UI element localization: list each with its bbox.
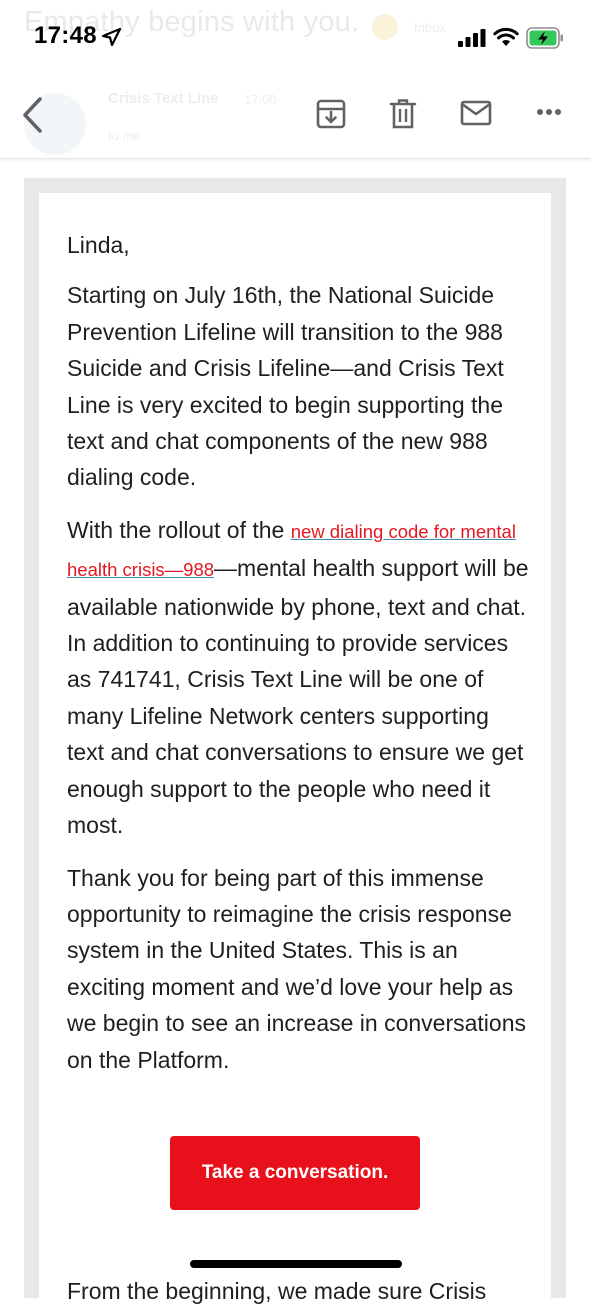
back-chevron-icon[interactable] bbox=[18, 96, 48, 134]
email-body: Linda, Starting on July 16th, the Nation… bbox=[67, 227, 529, 1094]
email-frame: Linda, Starting on July 16th, the Nation… bbox=[24, 178, 566, 1304]
home-indicator[interactable] bbox=[190, 1260, 402, 1268]
envelope-icon[interactable] bbox=[460, 100, 492, 126]
archive-box-icon[interactable] bbox=[316, 98, 346, 130]
cellular-signal-icon bbox=[458, 29, 486, 47]
ghost-emoji-icon bbox=[372, 14, 398, 40]
email-paragraph-2: With the rollout of the new dialing code… bbox=[67, 512, 529, 844]
wifi-icon bbox=[493, 27, 519, 46]
ghost-time: 17:00 bbox=[244, 92, 277, 107]
email-toolbar: Crisis Text Line 17:00 to me bbox=[0, 66, 591, 159]
ghost-inbox-label: Inbox bbox=[414, 20, 446, 35]
email-paragraph-3: Thank you for being part of this immense… bbox=[67, 864, 527, 1073]
trash-icon[interactable] bbox=[389, 98, 417, 130]
email-paragraph-1: Starting on July 16th, the National Suic… bbox=[67, 282, 504, 491]
paragraph-2-rest: —mental health support will be available… bbox=[67, 555, 529, 839]
status-time: 17:48 bbox=[34, 22, 97, 49]
ghost-sender: Crisis Text Line bbox=[108, 90, 219, 107]
email-paragraph-4-peek: From the beginning, we made sure Crisis bbox=[67, 1278, 487, 1304]
location-arrow-icon bbox=[101, 27, 122, 47]
more-horizontal-icon[interactable] bbox=[536, 107, 562, 117]
email-card: Linda, Starting on July 16th, the Nation… bbox=[39, 193, 551, 1304]
take-conversation-button[interactable]: Take a conversation. bbox=[170, 1136, 420, 1210]
paragraph-2-lead: With the rollout of the bbox=[67, 516, 291, 543]
battery-charging-icon bbox=[526, 27, 563, 49]
ghost-recipient: to me bbox=[108, 128, 141, 143]
email-greeting: Linda, bbox=[67, 232, 130, 258]
